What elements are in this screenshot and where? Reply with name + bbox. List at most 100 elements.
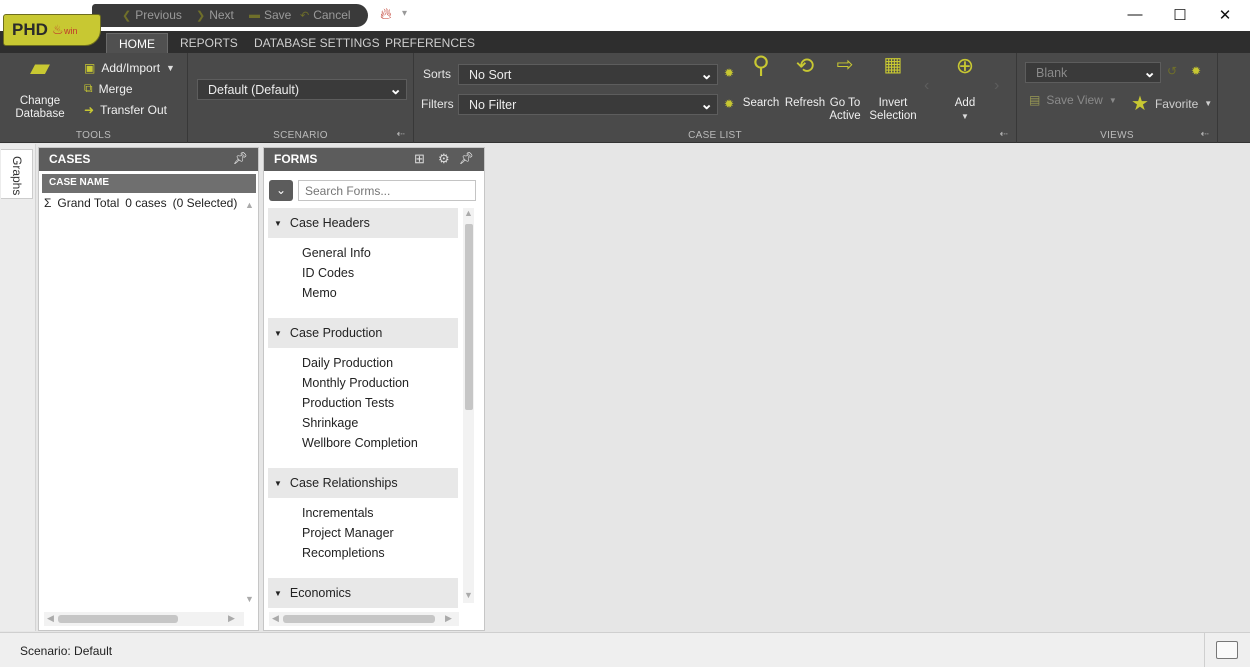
search-icon: ⚲ <box>752 52 770 79</box>
scrollbar-thumb[interactable] <box>283 615 435 623</box>
search-forms-input[interactable] <box>298 180 476 201</box>
forms-horizontal-scrollbar[interactable]: ◀ ▶ <box>269 612 459 626</box>
form-item[interactable]: Production Tests <box>302 396 458 416</box>
go-to-active-button[interactable]: ⇨ Go To Active <box>826 55 864 123</box>
cancel-button[interactable]: ↶ Cancel <box>300 8 351 22</box>
case-name-column-header[interactable]: CASE NAME <box>42 174 256 193</box>
caret-down-icon: ▼ <box>274 328 282 338</box>
form-section-header[interactable]: ▼ Case Headers <box>268 208 458 238</box>
tab-database-settings[interactable]: DATABASE SETTINGS <box>254 36 380 50</box>
caret-down-icon: ▼ <box>274 478 282 488</box>
scenario-select[interactable]: Default (Default) ⌄ <box>197 79 407 100</box>
chevron-right-icon[interactable]: › <box>994 77 999 95</box>
ribbon: ▰ Change Database ▣ Add/Import ▼ ⧉ Merge… <box>0 53 1250 143</box>
new-window-icon[interactable]: ⊞ <box>414 151 425 167</box>
scroll-down-icon[interactable]: ▼ <box>464 590 473 600</box>
sorts-select[interactable]: No Sort ⌄ <box>458 64 718 85</box>
add-button[interactable]: ⊕ Add ▼ <box>948 55 982 123</box>
form-section-items: Incrementals Project Manager Recompletions <box>268 498 458 578</box>
form-item[interactable]: Shrinkage <box>302 416 458 436</box>
minimize-button[interactable]: — <box>1120 6 1150 24</box>
views-select[interactable]: Blank ⌄ <box>1025 62 1161 83</box>
dropdown-arrow-icon: ▼ <box>961 112 969 121</box>
graphs-tab[interactable]: Graphs <box>1 149 33 199</box>
chevron-right-icon: ❯ <box>196 9 206 22</box>
reset-view-icon[interactable]: ↺ <box>1167 64 1177 78</box>
cases-horizontal-scrollbar[interactable]: ◀ ▶ <box>44 612 244 626</box>
notifications-icon[interactable] <box>1216 641 1238 659</box>
maximize-button[interactable]: ☐ <box>1165 6 1195 24</box>
scrollbar-thumb[interactable] <box>465 224 473 410</box>
tab-preferences[interactable]: PREFERENCES <box>385 36 475 50</box>
dropdown-arrow-icon: ▼ <box>166 63 175 73</box>
dialog-launcher-icon[interactable]: ⇠ <box>397 129 405 140</box>
chevron-down-icon: ⌄ <box>700 96 713 113</box>
scroll-left-icon[interactable]: ◀ <box>47 613 54 624</box>
sort-settings-icon[interactable]: ✹ <box>724 66 734 80</box>
form-item[interactable]: Incrementals <box>302 506 458 526</box>
search-button[interactable]: ⚲ Search <box>742 52 780 110</box>
form-item[interactable]: Wellbore Completion <box>302 436 458 456</box>
form-section-header[interactable]: ▼ Case Relationships <box>268 468 458 498</box>
grand-total-row: Σ Grand Total 0 cases (0 Selected) <box>44 196 238 210</box>
scenario-group-label: SCENARIO <box>273 130 328 141</box>
chevron-down-icon: ⌄ <box>1143 64 1156 81</box>
save-icon: ▬ <box>249 9 260 21</box>
side-strip: Graphs <box>0 144 36 631</box>
form-section-header[interactable]: ▼ Case Production <box>268 318 458 348</box>
previous-button[interactable]: ❮ Previous <box>122 8 182 22</box>
form-item[interactable]: Recompletions <box>302 546 458 566</box>
app-logo[interactable]: PHD ♨ win <box>3 14 101 46</box>
change-database-button[interactable]: ▰ Change Database <box>12 54 68 121</box>
add-import-button[interactable]: ▣ Add/Import ▼ <box>84 61 175 75</box>
logo-flame-icon: ♨ <box>52 22 64 37</box>
close-button[interactable]: ✕ <box>1210 6 1240 24</box>
scroll-up-icon[interactable]: ▲ <box>464 208 473 218</box>
scroll-right-icon[interactable]: ▶ <box>445 613 452 624</box>
form-section-header[interactable]: ▼ Economics <box>268 578 458 608</box>
flame-icon[interactable]: 🔥︎ <box>380 6 392 24</box>
next-button[interactable]: ❯ Next <box>196 8 234 22</box>
forms-panel: FORMS ⊞ ⚙︎ 📌︎ ⌄ ▼Case HeadersGeneral Inf… <box>263 147 485 631</box>
form-item[interactable]: Project Manager <box>302 526 458 546</box>
invert-selection-button[interactable]: ▦ Invert Selection <box>866 55 920 123</box>
pin-icon[interactable]: 📌︎ <box>459 151 474 165</box>
scroll-down-icon[interactable]: ▼ <box>245 594 254 604</box>
chevron-left-icon[interactable]: ‹ <box>924 77 929 95</box>
form-item[interactable]: General Info <box>302 246 458 266</box>
transfer-out-icon: ➜ <box>84 103 95 117</box>
save-view-button[interactable]: ▤ Save View ▼ <box>1029 93 1117 107</box>
merge-button[interactable]: ⧉ Merge <box>84 81 133 96</box>
collapse-all-button[interactable]: ⌄ <box>269 180 293 201</box>
customize-toolbar-icon[interactable]: ▾ <box>402 8 407 19</box>
dialog-launcher-icon[interactable]: ⇠ <box>1000 129 1008 140</box>
dialog-launcher-icon[interactable]: ⇠ <box>1201 129 1209 140</box>
save-view-icon: ▤ <box>1029 93 1041 107</box>
scroll-left-icon[interactable]: ◀ <box>272 613 279 624</box>
save-button[interactable]: ▬ Save <box>249 8 291 22</box>
filter-settings-icon[interactable]: ✹ <box>724 97 734 111</box>
forms-vertical-scrollbar[interactable]: ▲ ▼ <box>463 208 474 603</box>
pin-icon[interactable]: 📌︎ <box>233 151 248 165</box>
form-item[interactable]: Memo <box>302 286 458 306</box>
tools-group: ▰ Change Database ▣ Add/Import ▼ ⧉ Merge… <box>0 53 188 143</box>
forms-panel-header: FORMS ⊞ ⚙︎ 📌︎ <box>264 148 484 171</box>
tab-home[interactable]: HOME <box>106 33 168 53</box>
scroll-right-icon[interactable]: ▶ <box>228 613 235 624</box>
form-item[interactable]: ID Codes <box>302 266 458 286</box>
refresh-button[interactable]: ⟲ Refresh <box>784 55 826 110</box>
transfer-out-button[interactable]: ➜ Transfer Out <box>84 103 167 117</box>
quick-access-toolbar: ❮ Previous ❯ Next ▬ Save ↶ Cancel <box>92 4 368 27</box>
view-settings-icon[interactable]: ✹ <box>1191 64 1201 78</box>
form-item[interactable]: Monthly Production <box>302 376 458 396</box>
form-section-items: General Info ID Codes Memo <box>268 238 458 318</box>
scrollbar-thumb[interactable] <box>58 615 178 623</box>
filters-select[interactable]: No Filter ⌄ <box>458 94 718 115</box>
cases-panel-header: CASES 📌︎ <box>39 148 258 171</box>
favorite-button[interactable]: ★ Favorite ▼ <box>1131 91 1212 116</box>
form-item[interactable]: Daily Production <box>302 356 458 376</box>
tab-reports[interactable]: REPORTS <box>180 36 238 50</box>
chevron-left-icon: ❮ <box>122 9 132 22</box>
settings-gear-icon[interactable]: ⚙︎ <box>438 151 450 167</box>
scroll-up-icon[interactable]: ▲ <box>245 200 254 210</box>
